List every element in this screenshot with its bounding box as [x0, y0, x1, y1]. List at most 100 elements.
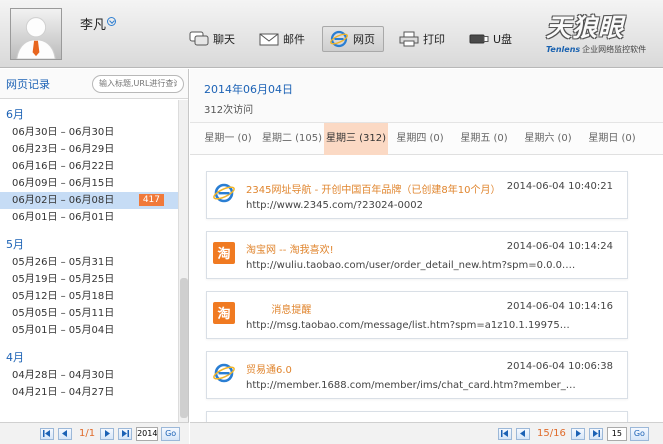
week-range: 06月02日 – 06月08日	[12, 195, 115, 206]
record-time: 2014-06-04 10:14:24	[506, 241, 613, 252]
ie-browser-icon	[213, 362, 235, 384]
svg-text:淘: 淘	[217, 246, 230, 262]
month-header[interactable]: 6月	[0, 106, 178, 124]
prev-page-button[interactable]	[58, 427, 72, 440]
scrollbar-thumb[interactable]	[180, 278, 188, 418]
prev-page-icon	[62, 430, 67, 437]
mail-button[interactable]: 邮件	[252, 26, 314, 52]
next-page-icon	[575, 430, 581, 437]
go-button[interactable]: Go	[161, 426, 181, 441]
web-button[interactable]: 网页	[322, 26, 384, 52]
first-page-icon	[501, 430, 508, 437]
visit-count: 312次访问	[204, 105, 254, 116]
page-indicator: 15/16	[537, 428, 566, 439]
tab-tuesday[interactable]: 星期二 (105)	[260, 123, 324, 155]
week-item[interactable]: 06月23日 – 06月29日	[0, 141, 178, 158]
week-item[interactable]: 04月21日 – 04月27日	[0, 384, 178, 401]
user-name: 李凡	[80, 18, 107, 33]
weekday-tabs: 星期一 (0) 星期二 (105) 星期三 (312) 星期四 (0) 星期五 …	[190, 123, 663, 155]
week-item[interactable]: 05月26日 – 05月31日	[0, 254, 178, 271]
brand-tagline: Tenlens 企业网络监控软件	[546, 44, 656, 55]
records-pager: 15/16 Go	[190, 422, 663, 444]
prev-page-button[interactable]	[516, 427, 530, 440]
page-indicator: 1/1	[79, 428, 96, 439]
record-time: 2014-06-04 10:06:38	[506, 361, 613, 372]
svg-text:淘: 淘	[217, 306, 230, 322]
record-card-partial[interactable]	[206, 411, 628, 422]
sidebar-scrollbar[interactable]	[178, 100, 188, 422]
record-title[interactable]: 消息提醒	[246, 301, 311, 316]
print-button[interactable]: 打印	[392, 26, 454, 52]
record-title[interactable]: 贸易通6.0	[246, 361, 292, 376]
brand-logo-text: 天狼眼	[546, 13, 625, 42]
week-item[interactable]: 06月01日 – 06月01日	[0, 209, 178, 226]
search-input[interactable]	[92, 74, 184, 93]
app-header: 李凡 聊天 邮件 网页 打印 U盘 天狼眼 Tenlens 企业网络监控软件	[0, 0, 663, 68]
tab-sunday[interactable]: 星期日 (0)	[580, 123, 644, 155]
record-card[interactable]: 淘 消息提醒 2014-06-04 10:14:16 http://msg.ta…	[206, 291, 628, 339]
visit-count-badge: 417	[138, 194, 164, 206]
record-list: 2345网址导航 - 开创中国百年品牌（已创建8年10个月） 2014-06-0…	[190, 156, 663, 422]
first-page-icon	[43, 430, 50, 437]
tab-saturday[interactable]: 星期六 (0)	[516, 123, 580, 155]
go-button[interactable]: Go	[629, 426, 649, 441]
record-url[interactable]: http://msg.taobao.com/message/list.htm?s…	[246, 320, 576, 331]
week-item[interactable]: 05月01日 – 05月04日	[0, 322, 178, 339]
record-card[interactable]: 淘 淘宝网 -- 淘我喜欢! 2014-06-04 10:14:24 http:…	[206, 231, 628, 279]
week-item[interactable]: 05月12日 – 05月18日	[0, 288, 178, 305]
sidebar-header: 网页记录	[0, 69, 188, 99]
prev-page-icon	[520, 430, 525, 437]
record-time: 2014-06-04 10:40:21	[506, 181, 613, 192]
last-page-icon	[592, 430, 600, 437]
month-header[interactable]: 4月	[0, 349, 178, 367]
printer-icon	[399, 30, 419, 48]
tab-thursday[interactable]: 星期四 (0)	[388, 123, 452, 155]
week-item[interactable]: 04月28日 – 04月30日	[0, 367, 178, 384]
ie-browser-icon	[213, 182, 235, 204]
page-input[interactable]	[606, 426, 627, 441]
chat-button[interactable]: 聊天	[182, 26, 244, 52]
last-page-button[interactable]	[118, 427, 133, 440]
brand-logo: 天狼眼 Tenlens 企业网络监控软件	[546, 14, 656, 62]
ie-browser-icon	[329, 30, 349, 48]
last-page-icon	[122, 430, 130, 437]
usb-drive-icon	[469, 30, 489, 48]
record-url[interactable]: http://www.2345.com/?23024-0002	[246, 200, 576, 211]
brand-english: Tenlens	[546, 45, 581, 54]
record-url[interactable]: http://member.1688.com/member/ims/chat_c…	[246, 380, 576, 391]
online-status-icon[interactable]	[107, 17, 116, 26]
first-page-button[interactable]	[498, 427, 512, 440]
week-item[interactable]: 05月19日 – 05月25日	[0, 271, 178, 288]
week-item[interactable]: 06月30日 – 06月30日	[0, 124, 178, 141]
tab-friday[interactable]: 星期五 (0)	[452, 123, 516, 155]
tab-monday[interactable]: 星期一 (0)	[196, 123, 260, 155]
mail-icon	[259, 30, 279, 48]
taobao-icon: 淘	[213, 242, 235, 264]
year-input[interactable]	[136, 426, 159, 441]
record-url[interactable]: http://wuliu.taobao.com/user/order_detai…	[246, 260, 576, 271]
record-card[interactable]: 2345网址导航 - 开创中国百年品牌（已创建8年10个月） 2014-06-0…	[206, 171, 628, 219]
record-title[interactable]: 淘宝网 -- 淘我喜欢!	[246, 241, 334, 256]
week-item[interactable]: 05月05日 – 05月11日	[0, 305, 178, 322]
month-header[interactable]: 5月	[0, 236, 178, 254]
week-item[interactable]: 06月09日 – 06月15日	[0, 175, 178, 192]
first-page-button[interactable]	[40, 427, 54, 440]
main-toolbar: 聊天 邮件 网页 打印 U盘	[182, 26, 529, 52]
next-page-button[interactable]	[100, 427, 115, 440]
next-page-button[interactable]	[570, 427, 585, 440]
record-title[interactable]: 2345网址导航 - 开创中国百年品牌（已创建8年10个月）	[246, 181, 501, 196]
last-page-button[interactable]	[588, 427, 603, 440]
day-header: 2014年06月04日 312次访问	[190, 69, 663, 123]
taobao-icon: 淘	[213, 302, 235, 324]
next-page-icon	[105, 430, 111, 437]
week-item[interactable]: 06月16日 – 06月22日	[0, 158, 178, 175]
tab-wednesday[interactable]: 星期三 (312)	[324, 123, 388, 155]
week-item-selected[interactable]: 06月02日 – 06月08日 417	[0, 192, 178, 209]
sidebar-title: 网页记录	[6, 77, 50, 91]
records-panel: 2014年06月04日 312次访问 星期一 (0) 星期二 (105) 星期三…	[190, 69, 663, 444]
user-avatar[interactable]	[10, 8, 62, 60]
record-card[interactable]: 贸易通6.0 2014-06-04 10:06:38 http://member…	[206, 351, 628, 399]
usb-button[interactable]: U盘	[462, 26, 521, 52]
avatar-person-icon	[11, 9, 61, 59]
brand-slogan: 企业网络监控软件	[582, 45, 647, 54]
